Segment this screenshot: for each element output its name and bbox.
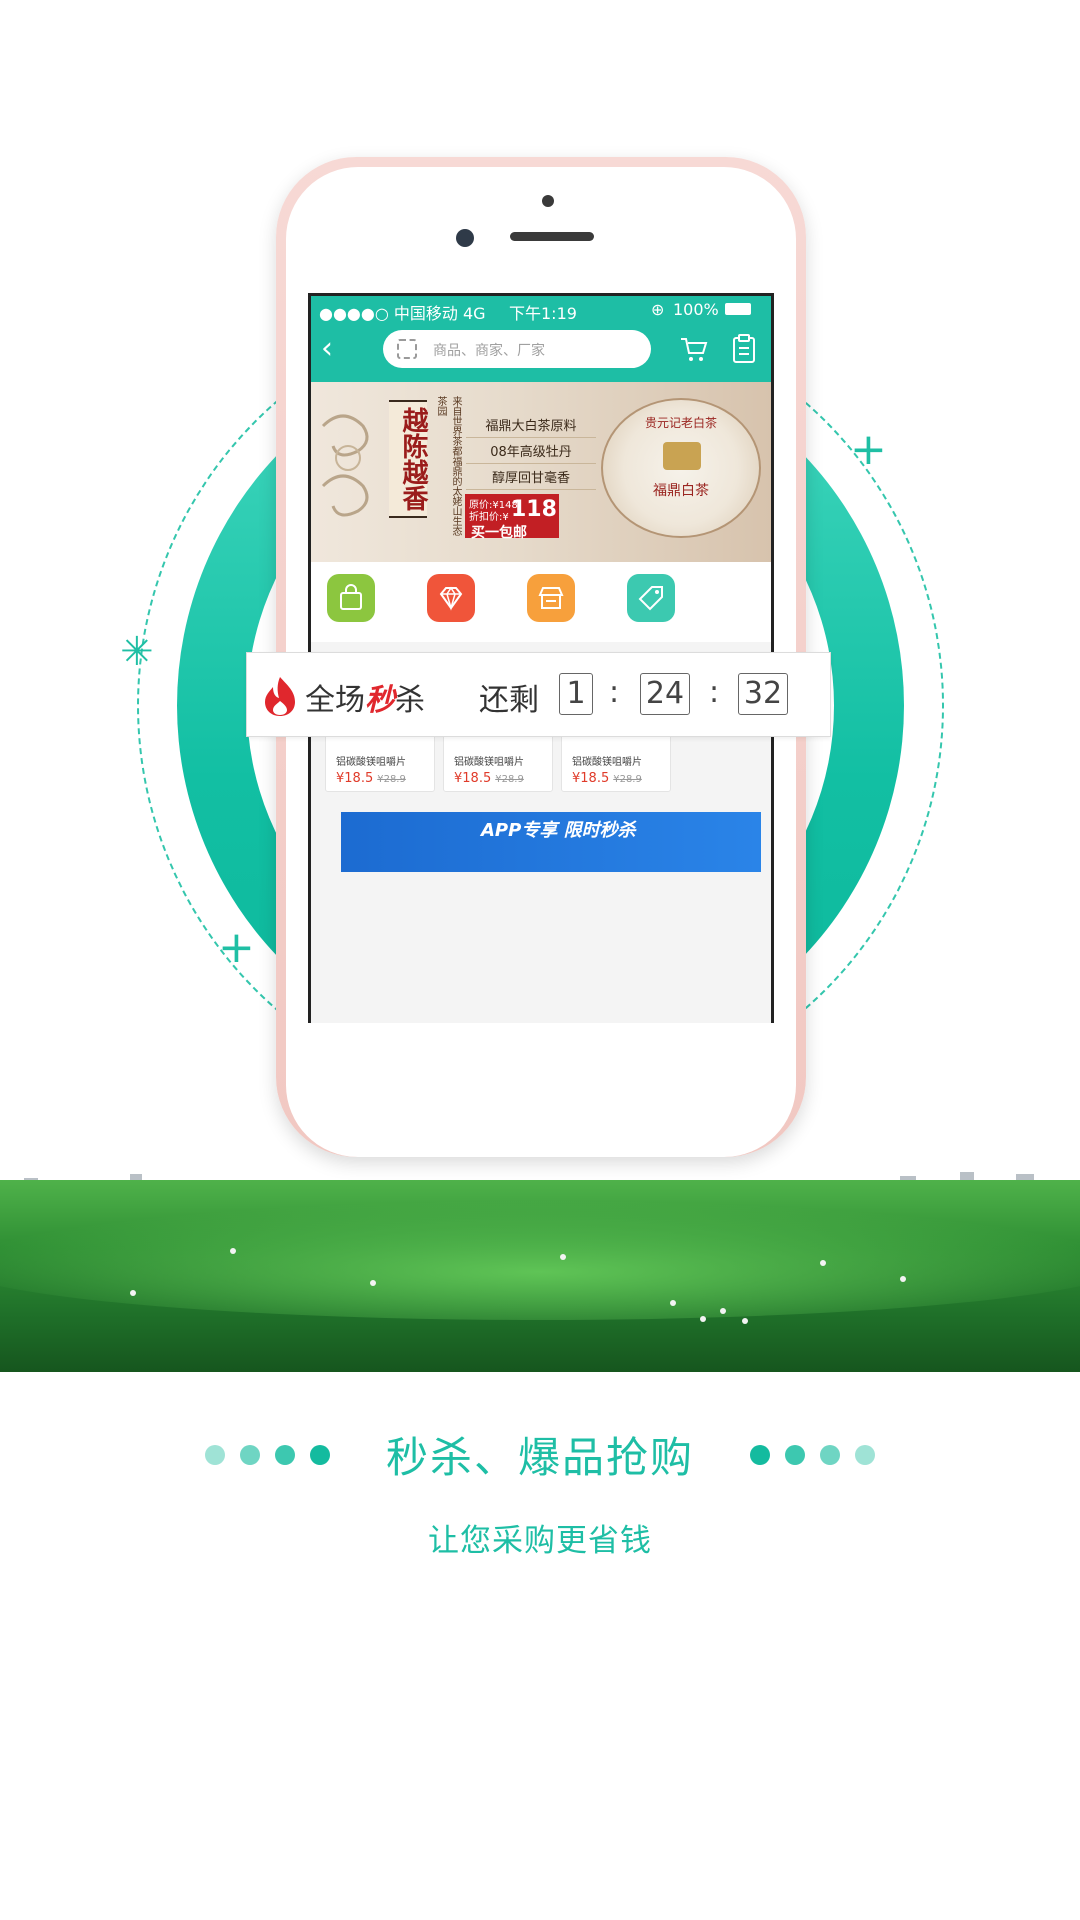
product-name: 铝碳酸镁咀嚼片 bbox=[572, 757, 642, 768]
cart-icon[interactable] bbox=[679, 334, 709, 364]
carrier-text: ●●●●○ 中国移动 4G bbox=[319, 304, 486, 323]
navbar: ‹ 商品、商家、厂家 bbox=[311, 326, 771, 374]
tag-icon[interactable] bbox=[627, 574, 675, 622]
clock-text: 下午1:19 bbox=[509, 304, 577, 323]
sparkle-icon: ✳ bbox=[120, 629, 154, 675]
banner-discount-price: 118 bbox=[511, 497, 557, 522]
countdown-separator: : bbox=[709, 675, 720, 710]
product-name: 铝碳酸镁咀嚼片 bbox=[454, 757, 524, 768]
plus-icon: + bbox=[218, 922, 255, 973]
promo-banner[interactable]: 越陈越香 来自世界茶都福鼎的太姥山生态茶园 福鼎大白茶原料 08年高级牡丹 醇厚… bbox=[311, 382, 771, 569]
feature-heading: 秒杀、爆品抢购 bbox=[385, 1433, 694, 1482]
banner-discount-label: 折扣价:¥ bbox=[469, 512, 509, 523]
battery-icon bbox=[725, 303, 751, 315]
product-price: ¥18.5 ¥28.9 bbox=[454, 771, 524, 786]
app-exclusive-banner[interactable]: APP专享 限时秒杀 bbox=[341, 812, 761, 872]
flash-sale-title: 全场秒杀 bbox=[305, 683, 425, 718]
countdown-hours: 1 bbox=[559, 673, 593, 715]
back-icon[interactable]: ‹ bbox=[321, 334, 351, 366]
remaining-label: 还剩 bbox=[479, 683, 539, 718]
countdown-minutes: 24 bbox=[640, 673, 690, 715]
tea-cake-seal bbox=[663, 442, 701, 470]
product-price: ¥18.5 ¥28.9 bbox=[572, 771, 642, 786]
banner-line: 福鼎大白茶原料 bbox=[466, 412, 596, 438]
grass-field bbox=[0, 1180, 1080, 1372]
banner-vertical-title: 越陈越香 bbox=[389, 400, 428, 518]
tea-cake-image: 贵元记老白茶 福鼎白茶 bbox=[601, 398, 761, 538]
banner-vertical-caption: 来自世界茶都福鼎的太姥山生态茶园 bbox=[435, 396, 461, 536]
product-price: ¥18.5 ¥28.9 bbox=[336, 771, 406, 786]
category-shortcuts bbox=[311, 562, 771, 642]
plus-icon: + bbox=[850, 424, 887, 475]
tea-cake-top-text: 贵元记老白茶 bbox=[644, 416, 717, 430]
search-placeholder: 商品、商家、厂家 bbox=[433, 343, 545, 359]
bag-icon[interactable] bbox=[327, 574, 375, 622]
search-input[interactable]: 商品、商家、厂家 bbox=[383, 330, 651, 368]
banner-price-box: 原价:¥148 折扣价:¥ 118 买一包邮 bbox=[465, 494, 559, 541]
fire-icon bbox=[265, 677, 295, 716]
camera-dot bbox=[542, 195, 554, 207]
banner-line: 08年高级牡丹 bbox=[466, 438, 596, 464]
scan-icon[interactable] bbox=[397, 339, 417, 359]
front-camera-icon bbox=[456, 229, 474, 247]
banner-line: 醇厚回甘毫香 bbox=[466, 464, 596, 490]
store-icon[interactable] bbox=[527, 574, 575, 622]
banner-buy-label: 买一包邮 bbox=[471, 525, 527, 541]
countdown-separator: : bbox=[609, 675, 620, 710]
product-original-price: ¥28.9 bbox=[377, 774, 406, 785]
promo-text: APP专享 限时秒杀 bbox=[481, 820, 636, 841]
flash-sale-bar[interactable]: 全场秒杀 还剩 1 : 24 : 32 bbox=[246, 652, 831, 737]
countdown-seconds: 32 bbox=[738, 673, 788, 715]
product-name: 铝碳酸镁咀嚼片 bbox=[336, 757, 406, 768]
cloud-swirl-icon bbox=[321, 414, 369, 517]
tea-cake-center-text: 福鼎白茶 bbox=[653, 483, 709, 499]
product-original-price: ¥28.9 bbox=[613, 774, 642, 785]
order-list-icon[interactable] bbox=[731, 334, 757, 364]
product-original-price: ¥28.9 bbox=[495, 774, 524, 785]
banner-feature-lines: 福鼎大白茶原料 08年高级牡丹 醇厚回甘毫香 bbox=[466, 412, 596, 490]
speaker-grille bbox=[510, 232, 594, 241]
grass-landscape bbox=[0, 1150, 1080, 1372]
battery-text: 100% bbox=[673, 300, 719, 319]
app-header: ●●●●○ 中国移动 4G 下午1:19 ⊕ 100% ‹ 商品、商家、厂家 bbox=[311, 296, 771, 382]
status-bar: ●●●●○ 中国移动 4G 下午1:19 ⊕ 100% bbox=[311, 296, 771, 323]
feature-subheading: 让您采购更省钱 bbox=[428, 1523, 652, 1559]
diamond-icon[interactable] bbox=[427, 574, 475, 622]
rotation-lock-icon: ⊕ bbox=[651, 300, 665, 319]
